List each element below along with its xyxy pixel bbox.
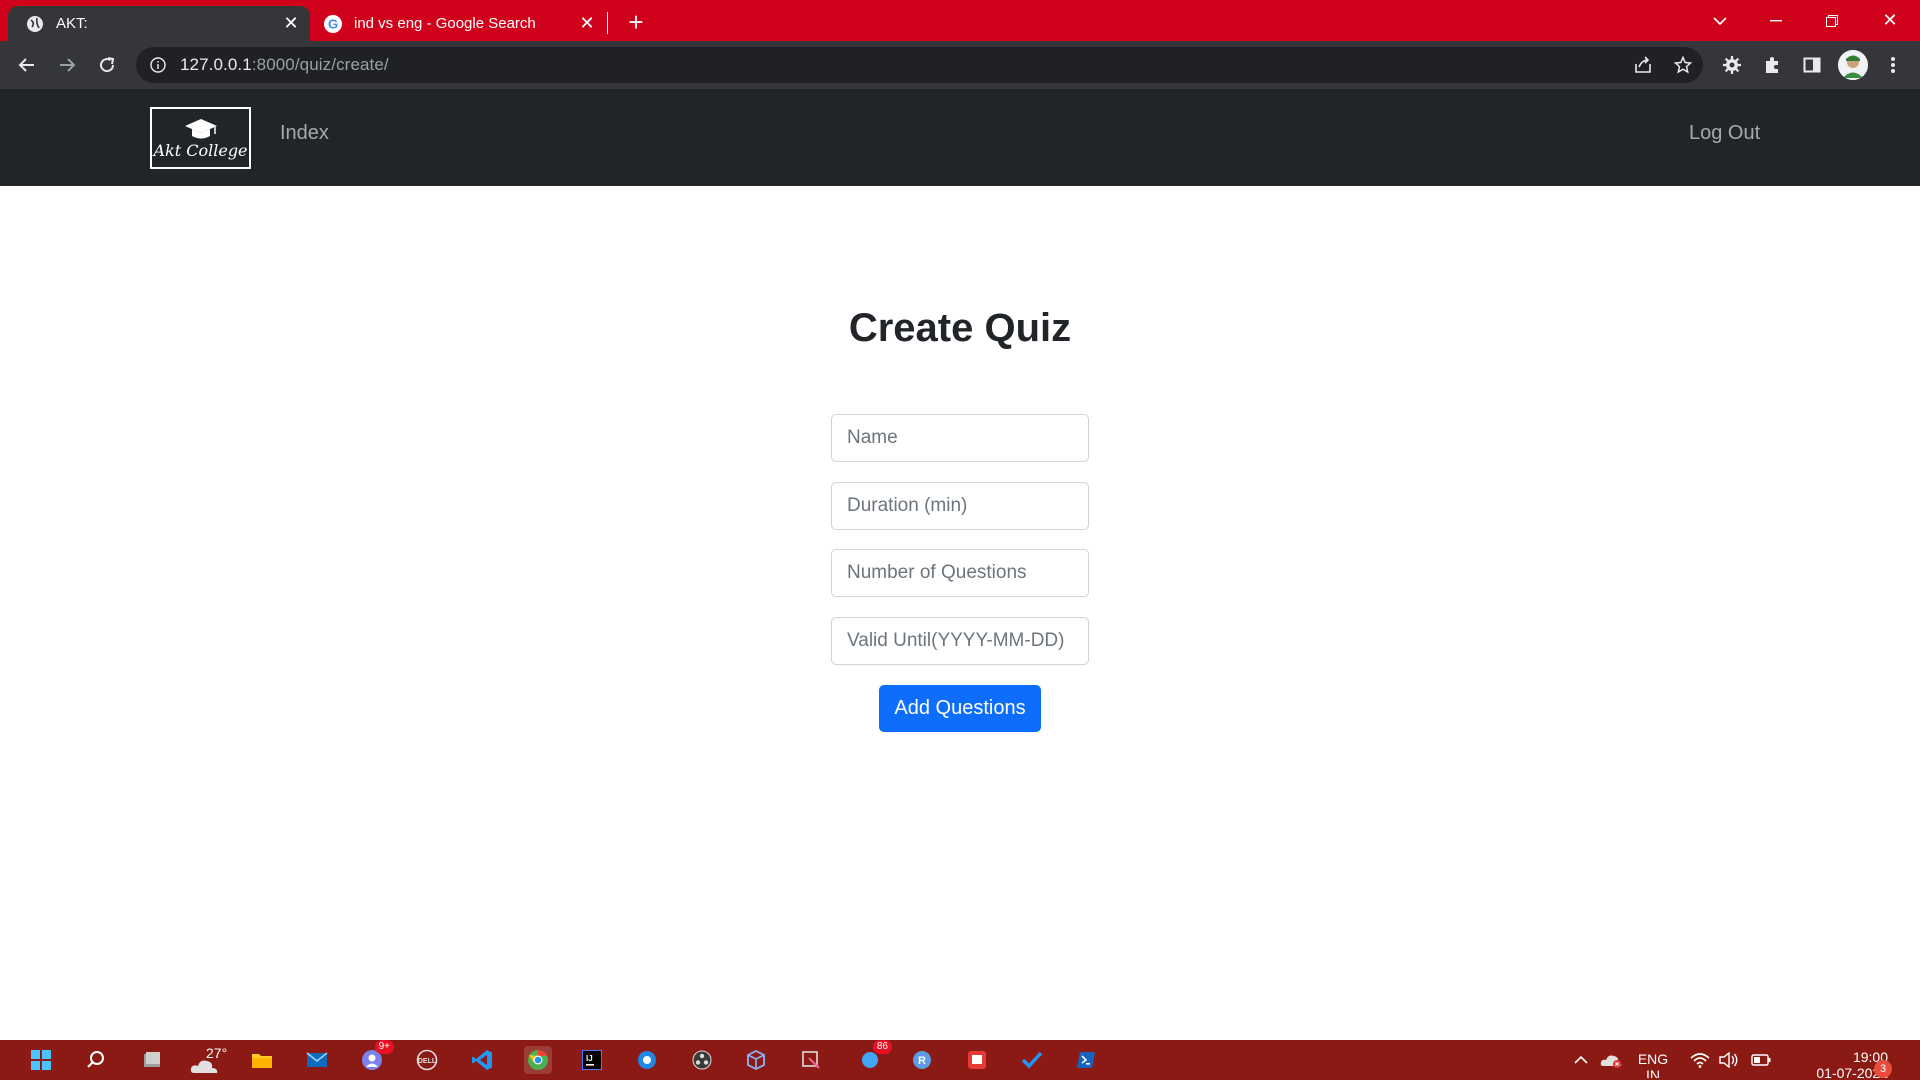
reload-icon[interactable] [91, 49, 123, 81]
brand-text: Akt College [153, 140, 248, 160]
notification-count-badge[interactable]: 3 [1874, 1060, 1892, 1078]
tab-title: AKT: [56, 15, 88, 32]
intellij-icon[interactable]: IJ [578, 1046, 606, 1074]
forward-icon[interactable] [51, 49, 83, 81]
bookmark-star-icon[interactable] [1667, 49, 1699, 81]
restore-button[interactable] [1804, 0, 1860, 41]
new-tab-button[interactable]: + [622, 7, 650, 37]
tab-separator [607, 12, 608, 34]
chat-badge: 86 [872, 1040, 892, 1054]
page-title: Create Quiz [848, 306, 1072, 350]
nav-logout-link[interactable]: Log Out [1689, 122, 1760, 145]
site-navbar: Akt College Index Log Out [0, 89, 1920, 186]
browser-toolbar: 127.0.0.1:8000/quiz/create/ [0, 41, 1920, 89]
browser-tab-strip: AKT: ✕ G ind vs eng - Google Search ✕ + … [0, 0, 1920, 41]
virtualbox-icon[interactable] [742, 1046, 770, 1074]
address-bar[interactable]: 127.0.0.1:8000/quiz/create/ [136, 47, 1703, 83]
language-top: ENG [1637, 1051, 1669, 1067]
clock-time: 19:00 [1852, 1049, 1888, 1065]
nav-index-link[interactable]: Index [280, 122, 329, 145]
svg-text:IJ: IJ [586, 1054, 593, 1063]
language-indicator[interactable]: ENG IN [1630, 1051, 1676, 1078]
tab-title: ind vs eng - Google Search [354, 15, 536, 32]
teams-badge: 9+ [374, 1040, 394, 1054]
url-text: 127.0.0.1:8000/quiz/create/ [180, 55, 389, 75]
brand-logo[interactable]: Akt College [150, 107, 251, 169]
minimize-button[interactable] [1748, 0, 1804, 41]
svg-text:DELL: DELL [418, 1058, 437, 1065]
mail-icon[interactable] [303, 1046, 331, 1074]
windows-taskbar: 27° 9+ DELL IJ 86 R ENG IN 19:00 01-07-2… [0, 1040, 1920, 1080]
volume-icon[interactable] [1715, 1046, 1743, 1074]
teams-icon[interactable]: 9+ [358, 1040, 394, 1074]
site-info-icon[interactable] [148, 55, 168, 75]
app-icon-blue-circle[interactable] [633, 1046, 661, 1074]
weather-temp: 27° [206, 1045, 228, 1061]
globe-icon [26, 15, 44, 33]
add-questions-button[interactable]: Add Questions [879, 685, 1041, 732]
close-window-button[interactable]: ✕ [1862, 0, 1918, 41]
clock[interactable]: 19:00 01-07-2022 [1780, 1049, 1888, 1079]
tab-akt[interactable]: AKT: ✕ [8, 6, 310, 41]
tab-search-icon[interactable] [1692, 0, 1748, 41]
close-tab-icon[interactable]: ✕ [278, 11, 304, 37]
task-view-icon[interactable] [138, 1046, 166, 1074]
file-explorer-icon[interactable] [248, 1046, 276, 1074]
back-icon[interactable] [11, 49, 43, 81]
sticky-notes-icon[interactable] [963, 1046, 991, 1074]
weather-widget[interactable]: 27° [190, 1045, 230, 1075]
onedrive-error-icon[interactable] [1597, 1046, 1625, 1074]
duration-input[interactable] [831, 482, 1089, 530]
search-icon[interactable] [82, 1046, 110, 1074]
side-panel-icon[interactable] [1796, 49, 1828, 81]
dell-icon[interactable]: DELL [413, 1046, 441, 1074]
windows-start-icon[interactable] [27, 1046, 55, 1074]
profile-avatar[interactable] [1838, 50, 1868, 80]
close-tab-icon[interactable]: ✕ [574, 11, 600, 37]
share-icon[interactable] [1627, 49, 1659, 81]
valid-until-input[interactable] [831, 617, 1089, 665]
google-icon: G [324, 14, 342, 33]
todo-check-icon[interactable] [1018, 1046, 1046, 1074]
url-host: 127.0.0.1 [180, 55, 252, 74]
wifi-icon[interactable] [1686, 1046, 1714, 1074]
browser-menu-icon[interactable] [1877, 49, 1909, 81]
number-of-questions-input[interactable] [831, 549, 1089, 597]
graduation-cap-icon [184, 118, 217, 138]
extensions-puzzle-icon[interactable] [1756, 49, 1788, 81]
tab-google-search[interactable]: G ind vs eng - Google Search ✕ [316, 6, 606, 41]
svg-text:G: G [328, 16, 338, 31]
svg-text:R: R [918, 1055, 926, 1067]
chrome-icon[interactable] [524, 1046, 552, 1074]
chat-icon[interactable]: 86 [856, 1040, 892, 1074]
obs-icon[interactable] [688, 1046, 716, 1074]
r-app-icon[interactable]: R [908, 1046, 936, 1074]
powershell-icon[interactable] [1072, 1046, 1100, 1074]
language-bottom: IN [1646, 1067, 1660, 1078]
extension-gear-icon[interactable] [1716, 49, 1748, 81]
clock-date: 01-07-2022 [1816, 1065, 1888, 1079]
quiz-name-input[interactable] [831, 414, 1089, 462]
url-path: :8000/quiz/create/ [251, 55, 389, 74]
vscode-icon[interactable] [468, 1046, 496, 1074]
show-hidden-icons-icon[interactable] [1567, 1046, 1595, 1074]
snipping-tool-icon[interactable] [797, 1046, 825, 1074]
battery-icon[interactable] [1747, 1046, 1775, 1074]
